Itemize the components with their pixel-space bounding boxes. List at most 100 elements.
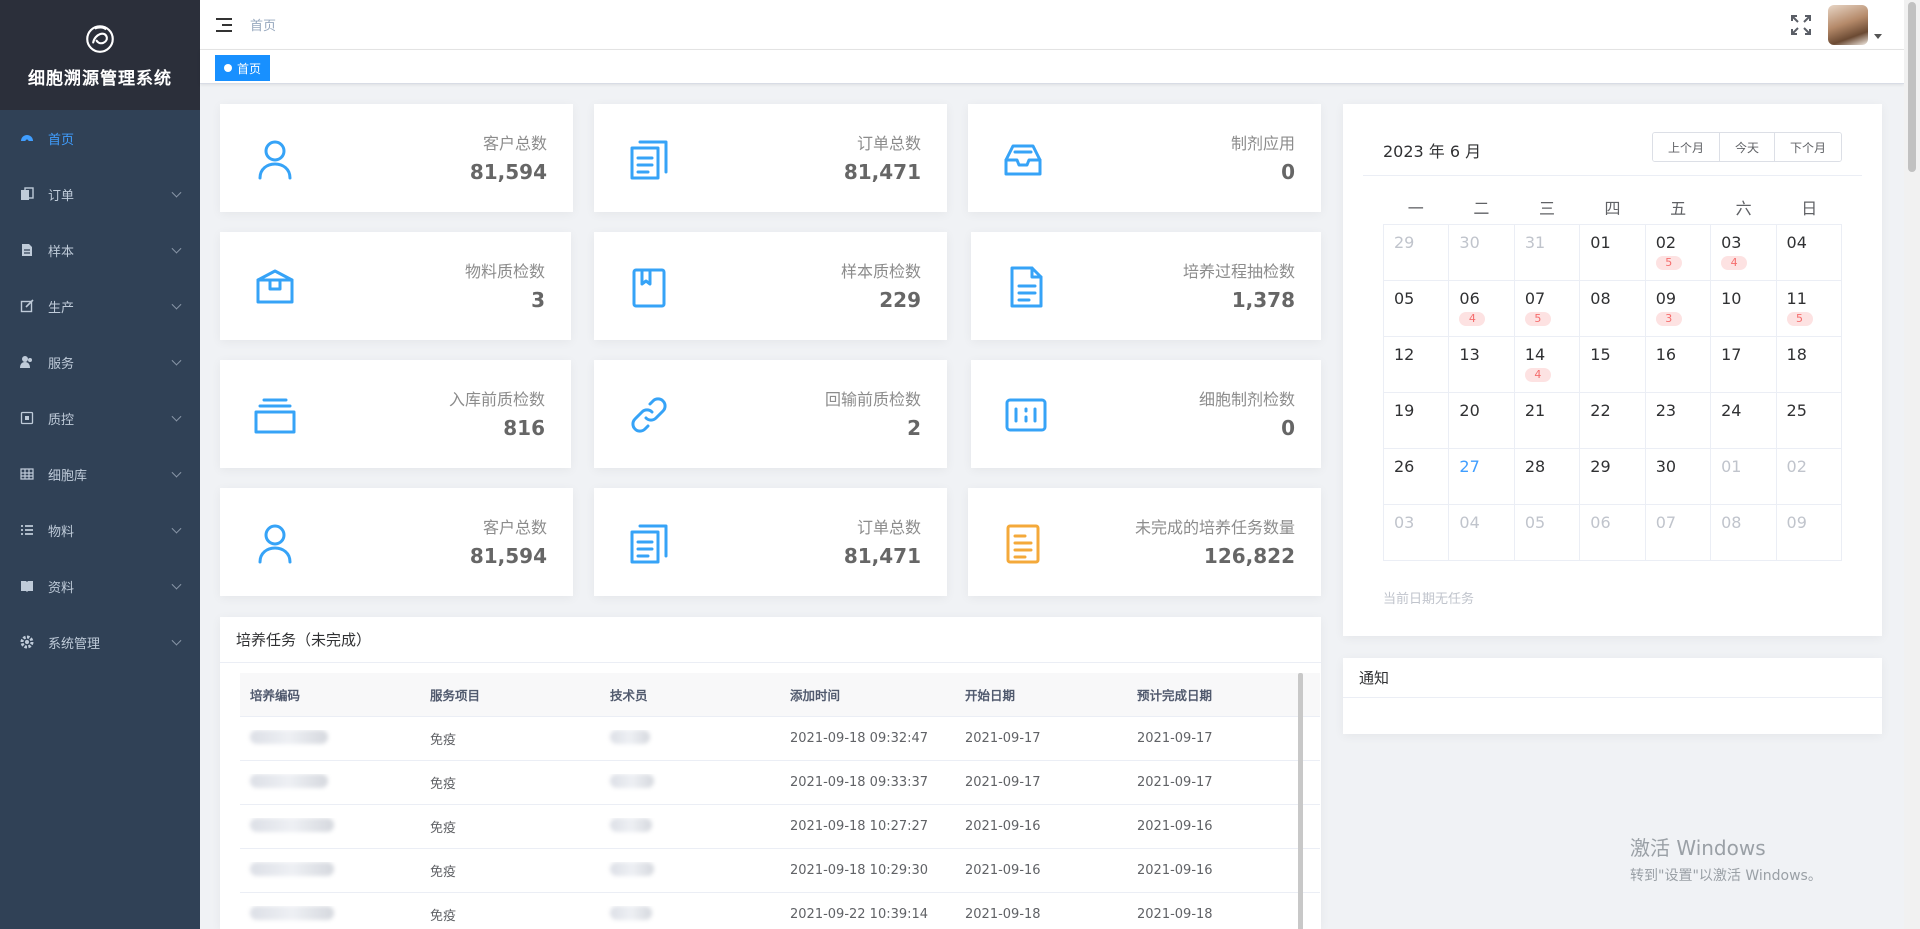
breadcrumb[interactable]: 首页 bbox=[250, 15, 276, 34]
stat-card[interactable]: 未完成的培养任务数量 126,822 bbox=[968, 488, 1321, 596]
next-month-button[interactable]: 下个月 bbox=[1774, 133, 1841, 161]
stat-card[interactable]: 样本质检数 229 bbox=[594, 232, 947, 340]
stat-card[interactable]: 细胞制剂检数 0 bbox=[971, 360, 1321, 468]
calendar-day[interactable]: 20 bbox=[1449, 393, 1515, 449]
column-header[interactable]: 添加时间 bbox=[780, 685, 955, 704]
table-row[interactable]: 免疫 2021-09-18 10:27:27 2021-09-16 2021-0… bbox=[240, 805, 1320, 849]
stat-card[interactable]: 培养过程抽检数 1,378 bbox=[971, 232, 1321, 340]
calendar-day[interactable]: 03 bbox=[1384, 505, 1450, 561]
table-row[interactable]: 免疫 2021-09-18 09:33:37 2021-09-17 2021-0… bbox=[240, 761, 1320, 805]
day-number: 01 bbox=[1590, 233, 1611, 252]
sidebar-item-7[interactable]: 物料 bbox=[0, 502, 200, 558]
calendar-day[interactable]: 08 bbox=[1580, 281, 1646, 337]
fullscreen-icon[interactable] bbox=[1790, 14, 1812, 36]
sidebar-item-1[interactable]: 订单 bbox=[0, 166, 200, 222]
calendar-day[interactable]: 21 bbox=[1514, 393, 1581, 449]
calendar-day[interactable]: 05 bbox=[1384, 281, 1450, 337]
table-scrollbar[interactable] bbox=[1298, 673, 1303, 929]
stat-card[interactable]: 客户总数 81,594 bbox=[220, 104, 573, 212]
stat-label: 物料质检数 bbox=[464, 262, 545, 281]
column-header[interactable]: 预计完成日期 bbox=[1127, 685, 1300, 704]
brand[interactable]: 细胞溯源管理系统 bbox=[0, 0, 200, 110]
calendar-day[interactable]: 07 bbox=[1645, 505, 1712, 561]
calendar-day[interactable]: 31 bbox=[1514, 225, 1581, 281]
calendar-day[interactable]: 17 bbox=[1711, 337, 1777, 393]
sidebar-item-5[interactable]: 质控 bbox=[0, 390, 200, 446]
stat-card[interactable]: 回输前质检数 2 bbox=[594, 360, 947, 468]
calendar-day[interactable]: 08 bbox=[1711, 505, 1777, 561]
caret-down-icon[interactable] bbox=[1874, 33, 1882, 39]
calendar-day[interactable]: 25 bbox=[1776, 393, 1842, 449]
calendar-day[interactable]: 03 4 bbox=[1711, 225, 1777, 281]
sidebar-item-0[interactable]: 首页 bbox=[0, 110, 200, 166]
page-scrollbar[interactable] bbox=[1904, 0, 1920, 929]
avatar[interactable] bbox=[1828, 5, 1868, 45]
scrollbar-thumb[interactable] bbox=[1908, 2, 1916, 172]
sidebar-item-8[interactable]: 资料 bbox=[0, 558, 200, 614]
calendar-day[interactable]: 09 bbox=[1776, 505, 1842, 561]
table-row[interactable]: 免疫 2021-09-22 10:39:14 2021-09-18 2021-0… bbox=[240, 893, 1320, 929]
calendar-day[interactable]: 13 bbox=[1449, 337, 1515, 393]
calendar-day[interactable]: 30 bbox=[1449, 225, 1515, 281]
stat-card[interactable]: 入库前质检数 816 bbox=[220, 360, 571, 468]
calendar-day[interactable]: 18 bbox=[1776, 337, 1842, 393]
today-button[interactable]: 今天 bbox=[1719, 133, 1775, 161]
user-icon bbox=[250, 518, 300, 568]
tag-home[interactable]: 首页 bbox=[215, 55, 271, 81]
stat-card[interactable]: 订单总数 81,471 bbox=[594, 488, 947, 596]
sidebar-item-3[interactable]: 生产 bbox=[0, 278, 200, 334]
calendar-day[interactable]: 09 3 bbox=[1645, 281, 1712, 337]
column-header[interactable]: 服务项目 bbox=[420, 685, 600, 704]
cell-service: 免疫 bbox=[430, 865, 457, 880]
calendar-day[interactable]: 05 bbox=[1514, 505, 1581, 561]
sidebar-item-4[interactable]: 服务 bbox=[0, 334, 200, 390]
calendar-day[interactable]: 11 5 bbox=[1776, 281, 1842, 337]
day-number: 15 bbox=[1590, 345, 1611, 364]
calendar-day[interactable]: 29 bbox=[1580, 449, 1646, 505]
calendar-day[interactable]: 02 5 bbox=[1645, 225, 1712, 281]
calendar-day[interactable]: 30 bbox=[1645, 449, 1712, 505]
sidebar-item-9[interactable]: 系统管理 bbox=[0, 614, 200, 670]
stat-card[interactable]: 物料质检数 3 bbox=[220, 232, 571, 340]
calendar-day[interactable]: 16 bbox=[1645, 337, 1712, 393]
stat-card[interactable]: 制剂应用 0 bbox=[968, 104, 1321, 212]
day-number: 24 bbox=[1721, 401, 1742, 420]
day-number: 03 bbox=[1721, 233, 1742, 252]
calendar-day[interactable]: 01 bbox=[1580, 225, 1646, 281]
tag-label: 首页 bbox=[237, 61, 262, 76]
calendar-day[interactable]: 27 bbox=[1449, 449, 1515, 505]
calendar-day[interactable]: 22 bbox=[1580, 393, 1646, 449]
column-header[interactable]: 技术员 bbox=[600, 685, 780, 704]
calendar-day[interactable]: 04 bbox=[1776, 225, 1842, 281]
calendar-day[interactable]: 04 bbox=[1449, 505, 1515, 561]
calendar-day[interactable]: 07 5 bbox=[1514, 281, 1581, 337]
table-row[interactable]: 免疫 2021-09-18 09:32:47 2021-09-17 2021-0… bbox=[240, 717, 1320, 761]
calendar-day[interactable]: 29 bbox=[1384, 225, 1450, 281]
table-row[interactable]: 免疫 2021-09-18 10:29:30 2021-09-16 2021-0… bbox=[240, 849, 1320, 893]
calendar-day[interactable]: 02 bbox=[1776, 449, 1842, 505]
calendar-day[interactable]: 26 bbox=[1384, 449, 1450, 505]
sidebar-item-2[interactable]: 样本 bbox=[0, 222, 200, 278]
column-header[interactable]: 培养编码 bbox=[240, 685, 420, 704]
prev-month-button[interactable]: 上个月 bbox=[1652, 133, 1720, 161]
stat-value: 3 bbox=[531, 288, 545, 312]
calendar-day[interactable]: 23 bbox=[1645, 393, 1712, 449]
stat-card[interactable]: 订单总数 81,471 bbox=[594, 104, 947, 212]
calendar-day[interactable]: 06 bbox=[1580, 505, 1646, 561]
hamburger-icon[interactable] bbox=[216, 17, 234, 32]
sidebar-item-6[interactable]: 细胞库 bbox=[0, 446, 200, 502]
day-number: 14 bbox=[1524, 345, 1546, 364]
chevron-down-icon bbox=[171, 467, 182, 478]
calendar-day[interactable]: 12 bbox=[1384, 337, 1450, 393]
task-count-badge: 4 bbox=[1721, 256, 1748, 270]
calendar-day[interactable]: 01 bbox=[1711, 449, 1777, 505]
calendar-day[interactable]: 24 bbox=[1711, 393, 1777, 449]
column-header[interactable]: 开始日期 bbox=[955, 685, 1127, 704]
calendar-day[interactable]: 19 bbox=[1384, 393, 1450, 449]
calendar-day[interactable]: 15 bbox=[1580, 337, 1646, 393]
stat-card[interactable]: 客户总数 81,594 bbox=[220, 488, 573, 596]
calendar-day[interactable]: 28 bbox=[1514, 449, 1581, 505]
calendar-day[interactable]: 06 4 bbox=[1449, 281, 1515, 337]
calendar-day[interactable]: 14 4 bbox=[1514, 337, 1581, 393]
calendar-day[interactable]: 10 bbox=[1711, 281, 1777, 337]
